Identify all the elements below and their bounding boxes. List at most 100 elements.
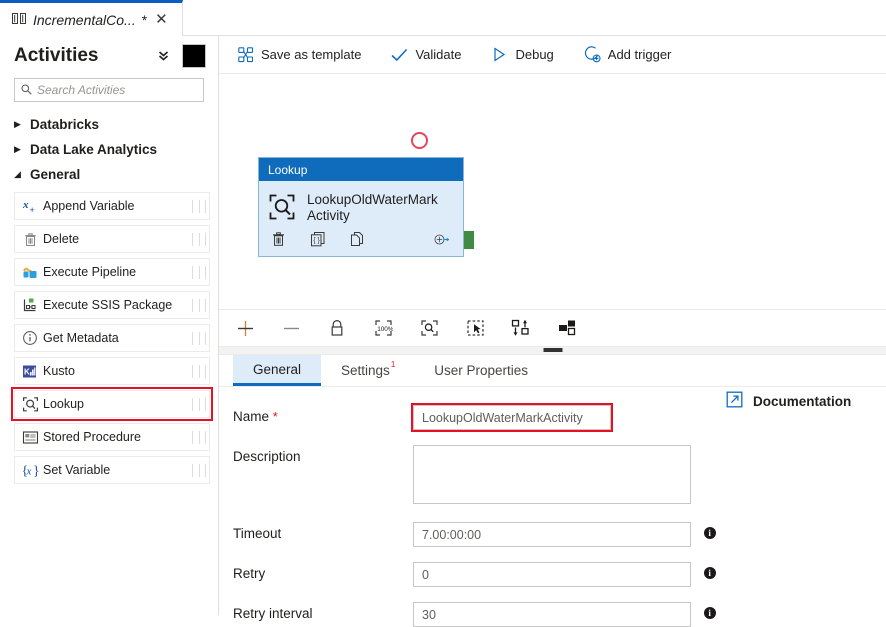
save-as-template-button[interactable]: Save as template <box>237 46 377 63</box>
category-data-lake-analytics[interactable]: ▶ Data Lake Analytics <box>0 137 218 162</box>
failure-output-port[interactable] <box>411 132 428 149</box>
document-tab-pipeline[interactable]: IncrementalCo... * ✕ <box>0 0 183 36</box>
pipeline-icon <box>12 13 27 26</box>
add-trigger-button[interactable]: Add trigger <box>584 46 688 63</box>
success-output-port[interactable] <box>463 231 474 249</box>
command-label: Validate <box>415 47 461 62</box>
search-input[interactable] <box>37 83 197 97</box>
drag-handle-icon[interactable] <box>192 431 206 444</box>
tab-user-properties[interactable]: User Properties <box>414 355 548 386</box>
field-control-description <box>413 445 691 507</box>
activity-label: Stored Procedure <box>43 430 192 444</box>
node-header: Lookup <box>259 158 463 181</box>
name-input[interactable] <box>413 405 611 430</box>
node-code-braces-icon[interactable]: { } <box>309 230 326 248</box>
add-trigger-icon <box>584 46 601 63</box>
description-textarea[interactable] <box>413 445 691 504</box>
category-label: Data Lake Analytics <box>30 142 157 157</box>
activity-label: Execute Pipeline <box>43 265 192 279</box>
tab-settings[interactable]: Settings1 <box>321 355 414 386</box>
documentation-link[interactable]: Documentation <box>726 391 851 411</box>
activity-label: Set Variable <box>43 463 192 477</box>
app-root: IncrementalCo... * ✕ Activities <box>0 0 886 615</box>
node-add-output-arrow-icon[interactable] <box>434 230 451 248</box>
document-tab-title: IncrementalCo... <box>33 12 136 28</box>
canvas-activity-node-lookup[interactable]: Lookup LookupOldWaterMark Activity <box>258 157 464 257</box>
svg-text:100%: 100% <box>377 326 393 333</box>
field-label-description: Description <box>233 445 413 464</box>
drag-handle-icon[interactable] <box>192 233 206 246</box>
activity-label: Kusto <box>43 364 192 378</box>
activity-label: Lookup <box>43 397 192 411</box>
lookup-magnifier-icon <box>267 192 297 222</box>
drag-handle-icon[interactable] <box>192 365 206 378</box>
chevron-right-icon: ▶ <box>14 120 30 129</box>
activity-label: Delete <box>43 232 192 246</box>
field-label-name: Name * <box>233 405 413 424</box>
category-general[interactable]: ◢ General <box>0 162 218 187</box>
activity-item-append-variable[interactable]: x + Append Variable <box>14 192 210 220</box>
category-label: General <box>30 167 80 182</box>
search-activities-box[interactable] <box>14 78 204 102</box>
external-link-icon <box>726 391 743 411</box>
chevron-down-expanded-icon: ◢ <box>14 170 30 179</box>
zoom-fit-icon[interactable] <box>419 318 439 338</box>
plus-icon[interactable] <box>235 318 255 338</box>
label-text: Name <box>233 409 269 424</box>
activity-label: Append Variable <box>43 199 192 213</box>
set-variable-braces-icon: { x } <box>17 463 43 478</box>
field-label-timeout: Timeout <box>233 522 413 541</box>
lock-icon[interactable] <box>327 318 347 338</box>
panel-title: Activities <box>14 45 157 67</box>
zoom-100-percent-icon[interactable]: 100% <box>373 318 393 338</box>
canvas-toolbar: 100% <box>219 309 886 347</box>
auto-align-icon[interactable] <box>511 318 531 338</box>
field-label-retry: Retry <box>233 562 413 581</box>
drag-handle-icon[interactable] <box>192 299 206 312</box>
node-delete-trash-icon[interactable] <box>270 230 287 248</box>
timeout-info-icon[interactable]: i <box>704 527 716 539</box>
activity-item-kusto[interactable]: K Kusto <box>14 357 210 385</box>
node-clone-copy-icon[interactable] <box>348 230 365 248</box>
retry-interval-info-icon[interactable]: i <box>704 607 716 619</box>
tab-general[interactable]: General <box>233 355 321 386</box>
category-databricks[interactable]: ▶ Databricks <box>0 112 218 137</box>
drag-handle-icon[interactable] <box>192 398 206 411</box>
timeout-input[interactable] <box>413 522 691 547</box>
node-activity-name: LookupOldWaterMark Activity <box>307 191 455 224</box>
drag-handle-icon[interactable] <box>192 464 206 477</box>
required-marker: * <box>273 409 278 424</box>
drag-handle-icon[interactable] <box>192 200 206 213</box>
svg-text:K: K <box>24 367 30 376</box>
kusto-icon: K <box>17 364 43 379</box>
debug-button[interactable]: Debug <box>491 46 569 63</box>
pipeline-canvas[interactable]: Lookup LookupOldWaterMark Activity <box>219 74 886 309</box>
activity-item-lookup[interactable]: Lookup <box>14 390 210 418</box>
validate-button[interactable]: Validate <box>391 46 477 63</box>
activity-item-execute-ssis-package[interactable]: Execute SSIS Package <box>14 291 210 319</box>
minus-icon[interactable] <box>281 318 301 338</box>
node-action-bar: { } <box>259 226 463 256</box>
activity-item-delete[interactable]: Delete <box>14 225 210 253</box>
field-control-timeout: i <box>413 522 716 547</box>
drag-handle-icon[interactable] <box>192 332 206 345</box>
field-control-name <box>413 405 611 430</box>
marquee-select-icon[interactable] <box>465 318 485 338</box>
retry-info-icon[interactable]: i <box>704 567 716 579</box>
double-chevron-down-icon[interactable] <box>157 49 170 64</box>
close-icon[interactable]: ✕ <box>155 12 168 27</box>
activity-item-execute-pipeline[interactable]: Execute Pipeline <box>14 258 210 286</box>
activity-item-set-variable[interactable]: { x } Set Variable <box>14 456 210 484</box>
play-triangle-icon <box>491 46 508 63</box>
retry-input[interactable] <box>413 562 691 587</box>
panel-splitter[interactable] <box>219 347 886 355</box>
activity-item-stored-procedure[interactable]: Stored Procedure <box>14 423 210 451</box>
stored-procedure-icon <box>17 430 43 445</box>
activity-item-get-metadata[interactable]: Get Metadata <box>14 324 210 352</box>
drag-handle-icon[interactable] <box>192 266 206 279</box>
field-row-retry: Retry i <box>219 562 886 587</box>
splitter-drag-handle[interactable] <box>543 348 562 352</box>
layout-blocks-icon[interactable] <box>557 318 577 338</box>
activity-label: Get Metadata <box>43 331 192 345</box>
search-icon <box>21 84 32 97</box>
